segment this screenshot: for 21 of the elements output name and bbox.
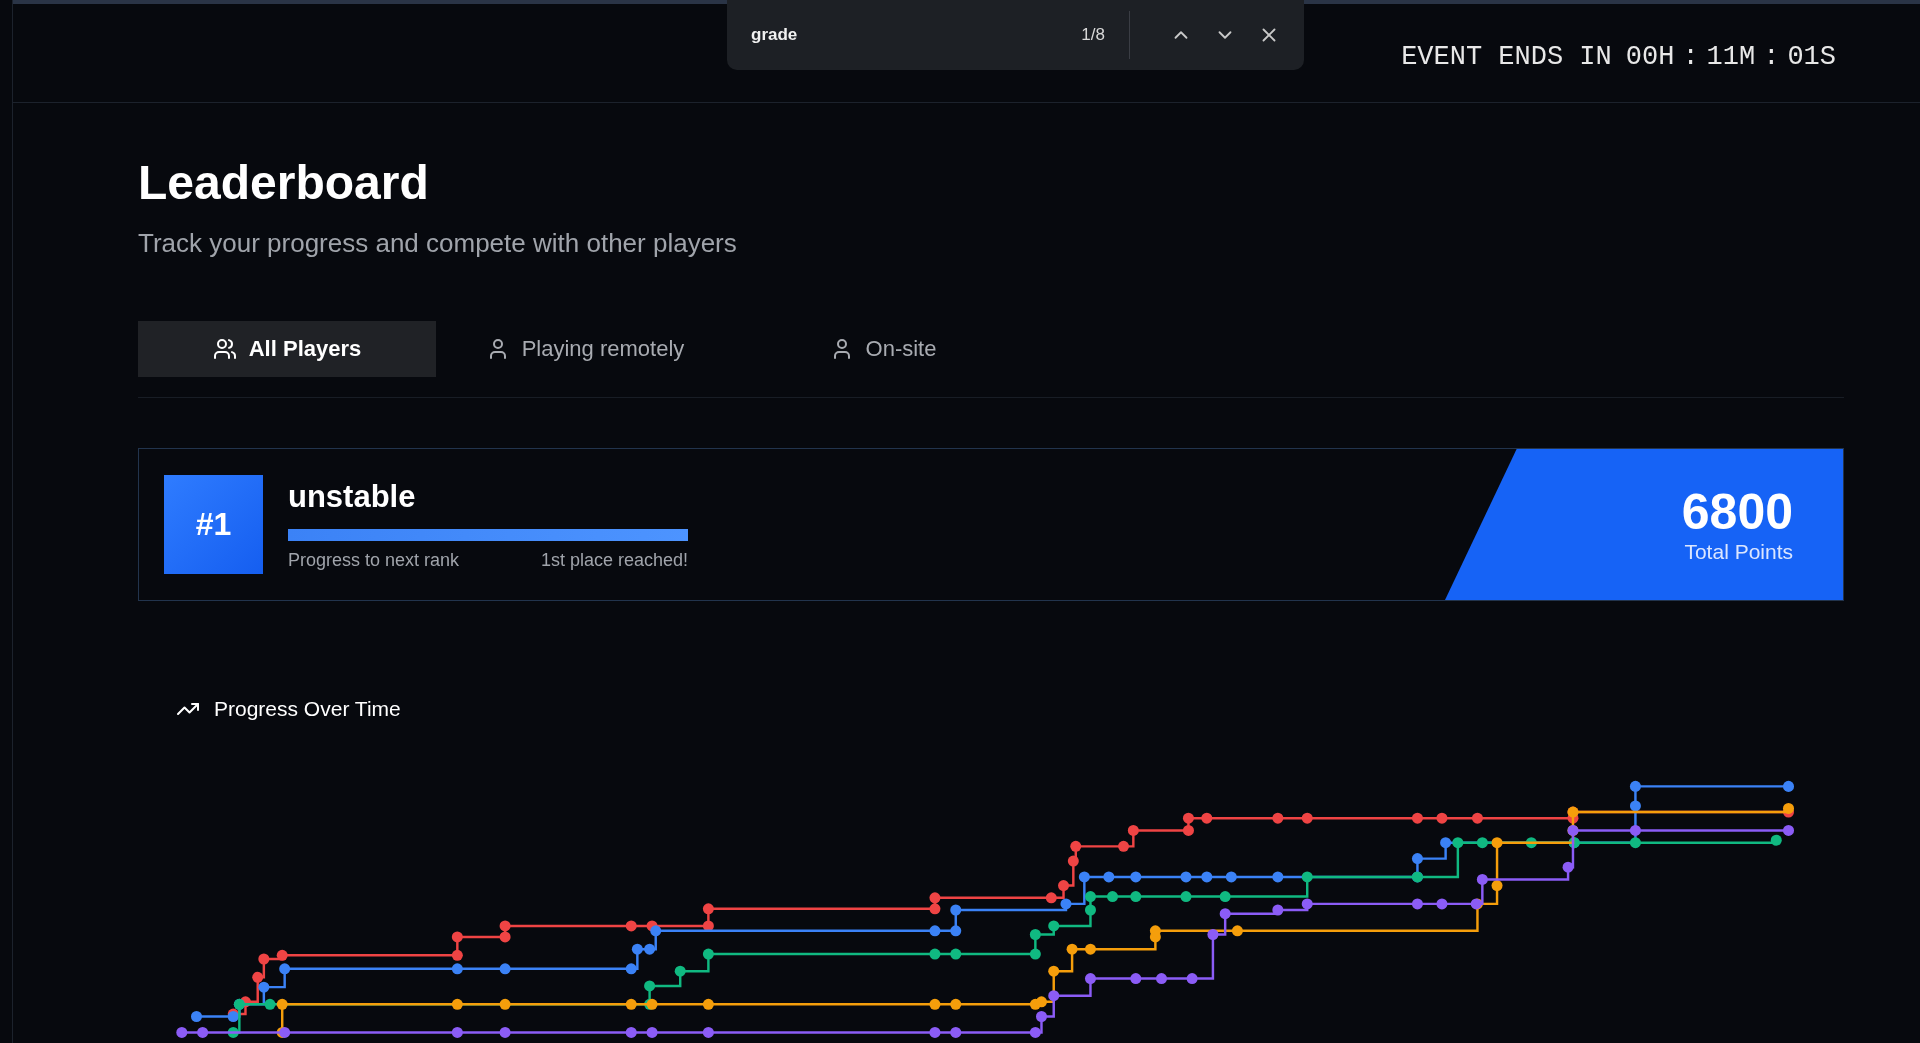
progress-label: Progress to next rank xyxy=(288,549,460,571)
timer-label: EVENT ENDS IN xyxy=(1401,42,1612,72)
filter-tab[interactable]: Playing remotely xyxy=(436,321,734,377)
find-query[interactable]: grade xyxy=(751,25,1082,45)
points-label: Total Points xyxy=(1684,540,1793,564)
timer-value: 00H xyxy=(1625,42,1675,72)
filter-tab[interactable]: All Players xyxy=(138,321,436,377)
progress-status: 1st place reached! xyxy=(540,549,688,571)
timer-value: 11M xyxy=(1706,42,1756,72)
filter-tab[interactable]: On-site xyxy=(734,321,1032,377)
total-points: 6800 xyxy=(1681,485,1793,540)
timer-separator: : xyxy=(1682,42,1699,72)
timer-value: 01S xyxy=(1787,42,1836,72)
users-icon xyxy=(212,337,237,361)
player-name: unstable xyxy=(288,478,417,515)
page-subtitle: Track your progress and compete with other players xyxy=(138,228,738,259)
timer-separator: : xyxy=(1763,42,1780,72)
page-title: Leaderboard xyxy=(138,155,430,210)
match-count: 1/8 xyxy=(1081,25,1105,45)
chart-title: Progress Over Time xyxy=(214,697,401,721)
rank-badge: #1 xyxy=(164,475,263,574)
